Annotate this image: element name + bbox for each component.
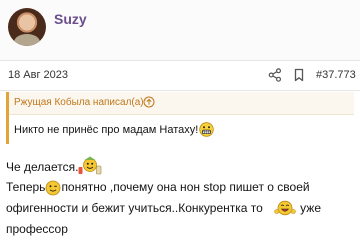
message-text: понятно ,почему она нон stop пишет о сво… xyxy=(61,180,310,194)
share-icon[interactable] xyxy=(268,68,282,82)
post-date[interactable]: 18 Авг 2023 xyxy=(8,69,68,81)
laughing-smiley-icon xyxy=(274,200,296,216)
forum-post: Suzy 18 Авг 2023 #37.773 Ржущая Кобыла н… xyxy=(0,0,360,244)
message-text: офигенности и бежит учиться..Конкурентка… xyxy=(6,201,263,215)
quote-author[interactable]: Ржущая Кобыла написал(а): xyxy=(14,97,146,108)
post-user-header: Suzy xyxy=(0,0,360,61)
quote-text: Никто не принёс про мадам Натаху! xyxy=(14,122,215,137)
bookmark-icon[interactable] xyxy=(292,68,306,82)
message-line: Че делается. xyxy=(6,156,356,177)
message-line: офигенности и бежит учиться..Конкурентка… xyxy=(6,198,356,219)
message-line: Теперь понятно ,почему она нон stop пише… xyxy=(6,177,356,198)
message-text: Че делается. xyxy=(6,160,79,174)
grin-smiley-icon xyxy=(199,122,215,137)
message-text: уже xyxy=(300,201,321,215)
message-text: профессор xyxy=(6,222,68,236)
arrow-up-circle-icon[interactable] xyxy=(143,96,155,108)
message-text: Теперь xyxy=(6,180,46,194)
quote-block: Ржущая Кобыла написал(а): Никто не принё… xyxy=(6,92,354,144)
message-line: профессор xyxy=(6,219,356,240)
username-link[interactable]: Suzy xyxy=(54,11,87,27)
user-avatar[interactable] xyxy=(8,8,46,46)
post-message: Че делается. Теперь понятно ,почему она … xyxy=(6,156,356,240)
quote-text-content: Никто не принёс про мадам Натаху! xyxy=(14,124,199,136)
wink-smiley-icon xyxy=(46,180,61,196)
post-meta-row: 18 Авг 2023 #37.773 xyxy=(0,60,360,91)
post-number-link[interactable]: #37.773 xyxy=(316,69,356,81)
party-drink-smiley-icon xyxy=(78,156,102,175)
quote-header: Ржущая Кобыла написал(а): xyxy=(9,92,354,115)
